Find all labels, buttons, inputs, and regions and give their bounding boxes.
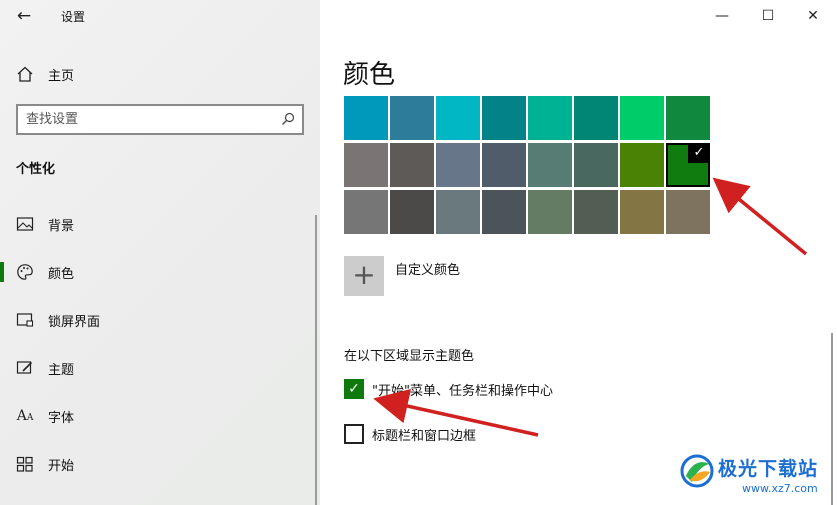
back-arrow-icon[interactable]: ←: [14, 6, 34, 26]
color-swatch[interactable]: [482, 143, 526, 187]
color-swatch[interactable]: [574, 96, 618, 140]
add-custom-color-button[interactable]: +: [344, 256, 384, 296]
sidebar-item-label: 字体: [48, 411, 75, 426]
color-swatch[interactable]: [344, 143, 388, 187]
accent-surfaces-heading: 在以下区域显示主题色: [344, 349, 475, 364]
page-title: 颜色: [343, 60, 396, 90]
color-swatch[interactable]: [620, 143, 664, 187]
sidebar-item-colors[interactable]: 颜色: [0, 252, 320, 292]
sidebar-item-label: 锁屏界面: [48, 315, 101, 330]
sidebar-item-themes[interactable]: 主题: [0, 348, 320, 388]
start-grid-icon: [16, 456, 33, 472]
sidebar-item-background[interactable]: 背景: [0, 204, 320, 244]
sidebar-item-label: 主题: [48, 363, 75, 378]
color-swatch[interactable]: [666, 96, 710, 140]
color-swatch[interactable]: [666, 190, 710, 234]
sidebar-item-lock-screen[interactable]: 锁屏界面: [0, 300, 320, 340]
active-indicator: [0, 262, 4, 282]
color-swatch[interactable]: [436, 190, 480, 234]
color-swatch[interactable]: [620, 190, 664, 234]
color-swatch[interactable]: [482, 96, 526, 140]
watermark-logo-icon: [680, 454, 714, 488]
search-box[interactable]: [16, 104, 304, 135]
sidebar-item-label: 背景: [48, 219, 75, 234]
minimize-button[interactable]: —: [710, 4, 734, 28]
color-swatch[interactable]: [528, 96, 572, 140]
color-swatch[interactable]: [390, 143, 434, 187]
annotation-arrow-swatch: [712, 177, 808, 256]
color-swatch[interactable]: [482, 190, 526, 234]
sidebar-item-label: 颜色: [48, 267, 75, 282]
check-icon: ✓: [688, 143, 710, 163]
color-swatch[interactable]: [528, 190, 572, 234]
theme-brush-icon: [16, 361, 33, 374]
color-swatch[interactable]: [574, 190, 618, 234]
search-input[interactable]: [26, 110, 266, 129]
checkbox-label[interactable]: "开始"菜单、任务栏和操作中心: [372, 380, 553, 399]
custom-color-label[interactable]: 自定义颜色: [395, 259, 460, 278]
color-swatch[interactable]: [436, 96, 480, 140]
picture-icon: [16, 217, 34, 231]
home-icon: [17, 66, 33, 82]
sidebar-item-fonts[interactable]: AA 字体: [0, 396, 320, 436]
search-icon[interactable]: [281, 112, 295, 126]
watermark-name: 极光下载站: [718, 458, 819, 480]
section-title: 个性化: [16, 162, 56, 177]
font-icon: AA: [16, 408, 34, 424]
color-swatch[interactable]: [344, 96, 388, 140]
palette-icon: [17, 264, 33, 280]
color-swatch[interactable]: [344, 190, 388, 234]
color-swatch[interactable]: [620, 96, 664, 140]
app-title: 设置: [61, 10, 86, 24]
watermark: 极光下载站 www.xz7.com: [680, 452, 832, 500]
color-swatch[interactable]: [390, 190, 434, 234]
watermark-url: www.xz7.com: [742, 482, 818, 495]
close-button[interactable]: ✕: [801, 4, 825, 28]
lock-screen-icon: [16, 313, 34, 327]
start-taskbar-accent-checkbox[interactable]: ✓: [344, 379, 364, 399]
color-swatch[interactable]: [528, 143, 572, 187]
sidebar-item-home[interactable]: 主页: [0, 58, 320, 90]
sidebar-item-label: 主页: [48, 69, 75, 84]
checkbox-label[interactable]: 标题栏和窗口边框: [372, 425, 476, 444]
maximize-button[interactable]: ☐: [756, 4, 780, 28]
color-swatch-selected[interactable]: ✓: [666, 143, 710, 187]
color-swatch-grid: ✓: [344, 96, 711, 235]
sidebar-scrollbar[interactable]: [315, 215, 317, 505]
color-swatch[interactable]: [574, 143, 618, 187]
titlebar-accent-checkbox[interactable]: [344, 424, 364, 444]
sidebar-item-start[interactable]: 开始: [0, 444, 320, 484]
color-swatch[interactable]: [390, 96, 434, 140]
settings-sidebar: ← 设置 主页 个性化 背景 颜色 锁屏界面: [0, 0, 320, 505]
sidebar-item-label: 开始: [48, 459, 75, 474]
color-swatch[interactable]: [436, 143, 480, 187]
